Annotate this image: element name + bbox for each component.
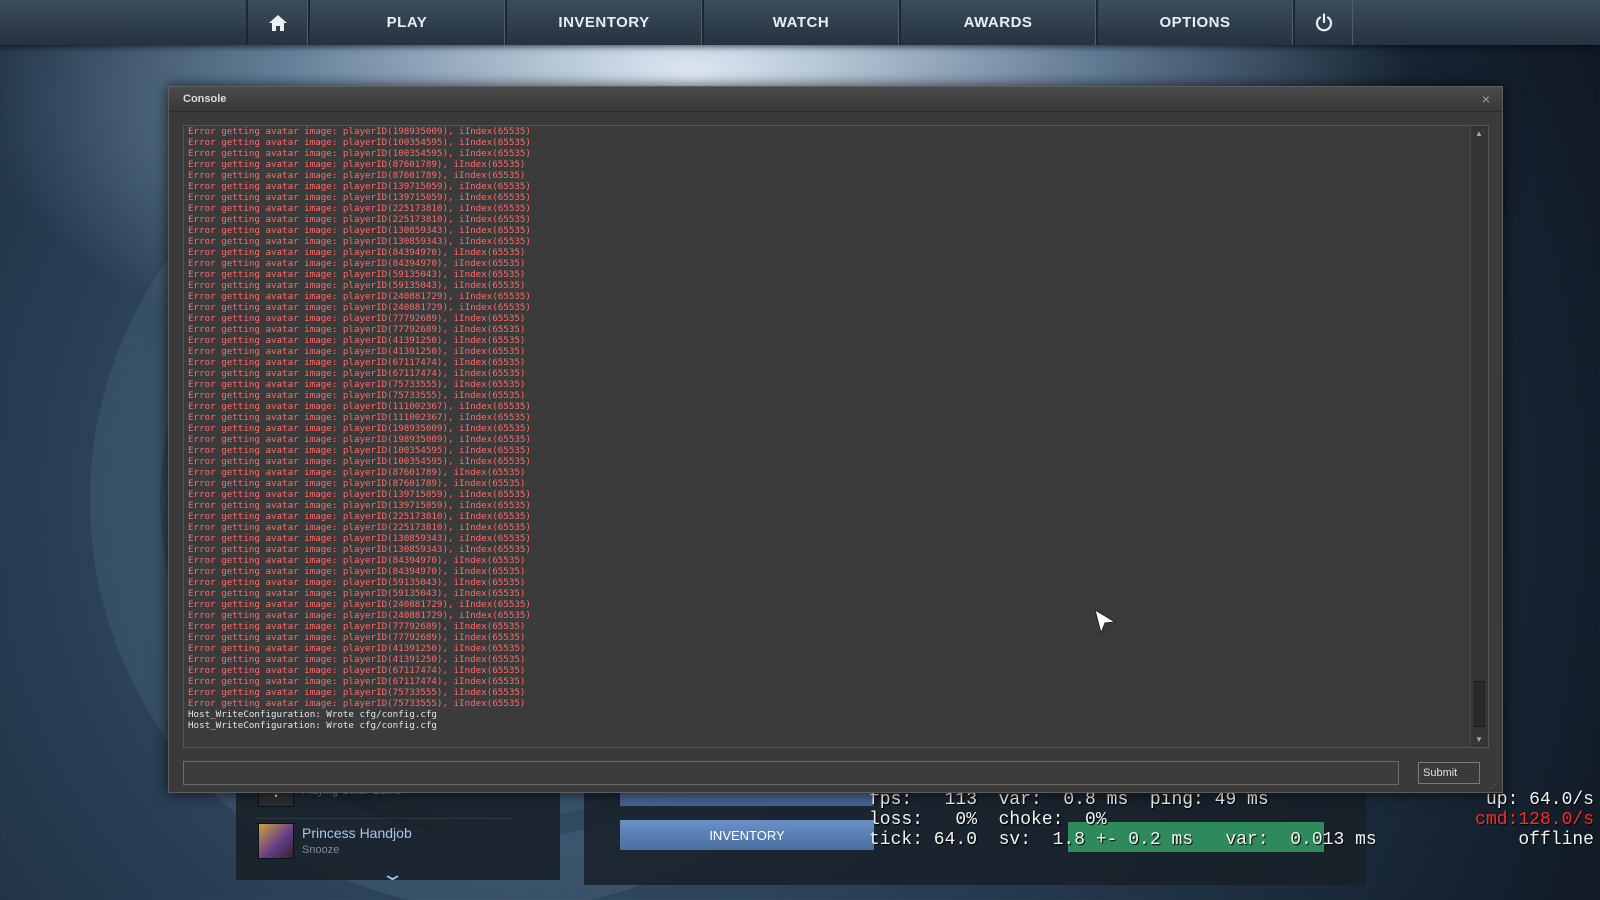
console-log-line: Error getting avatar image: playerID(591… — [188, 577, 526, 588]
avatar — [258, 823, 294, 859]
console-log-line: Error getting avatar image: playerID(413… — [188, 643, 526, 654]
console-window: Console × Error getting avatar image: pl… — [168, 86, 1503, 793]
console-log-line: Error getting avatar image: playerID(225… — [188, 203, 531, 214]
console-log-line: Error getting avatar image: playerID(843… — [188, 247, 526, 258]
console-log-line: Error getting avatar image: playerID(198… — [188, 126, 531, 137]
friend-row[interactable]: Princess Handjob Snooze — [254, 818, 512, 862]
netgraph-up: up: 64.0/s — [1485, 790, 1594, 810]
console-log-line: Error getting avatar image: playerID(139… — [188, 181, 531, 192]
console-log-line: Error getting avatar image: playerID(100… — [188, 148, 531, 159]
console-log-line: Error getting avatar image: playerID(111… — [188, 401, 531, 412]
console-log-line: Error getting avatar image: playerID(843… — [188, 258, 526, 269]
console-log-line: Error getting avatar image: playerID(876… — [188, 478, 526, 489]
scrollbar[interactable]: ▲ ▼ — [1470, 126, 1488, 747]
console-log-line: Error getting avatar image: playerID(876… — [188, 170, 526, 181]
console-log-line: Error getting avatar image: playerID(100… — [188, 445, 531, 456]
console-log: Error getting avatar image: playerID(198… — [188, 126, 1466, 747]
console-log-line: Error getting avatar image: playerID(777… — [188, 621, 526, 632]
resize-grip-icon[interactable]: ⋰ — [1490, 779, 1499, 790]
console-log-line: Error getting avatar image: playerID(240… — [188, 291, 531, 302]
console-log-line: Error getting avatar image: playerID(777… — [188, 313, 526, 324]
console-log-line: Error getting avatar image: playerID(198… — [188, 423, 531, 434]
nav-play[interactable]: PLAY — [308, 0, 505, 45]
console-log-line: Error getting avatar image: playerID(139… — [188, 489, 531, 500]
console-log-line: Error getting avatar image: playerID(130… — [188, 225, 531, 236]
console-log-line: Error getting avatar image: playerID(130… — [188, 544, 531, 555]
console-log-line: Error getting avatar image: playerID(130… — [188, 236, 531, 247]
console-log-line: Error getting avatar image: playerID(757… — [188, 687, 526, 698]
mouse-cursor-icon — [1094, 609, 1116, 635]
netgraph-line-3: tick: 64.0 sv: 1.8 +- 0.2 ms var: 0.013 … — [869, 830, 1377, 850]
console-log-line: Error getting avatar image: playerID(198… — [188, 434, 531, 445]
console-log-line: Error getting avatar image: playerID(591… — [188, 280, 526, 291]
console-log-line: Error getting avatar image: playerID(139… — [188, 192, 531, 203]
console-log-line: Error getting avatar image: playerID(591… — [188, 269, 526, 280]
power-icon — [1315, 12, 1332, 31]
console-log-line: Error getting avatar image: playerID(100… — [188, 137, 531, 148]
console-input[interactable] — [183, 761, 1399, 785]
scroll-thumb[interactable] — [1474, 681, 1485, 727]
console-log-line: Host_WriteConfiguration: Wrote cfg/confi… — [188, 720, 437, 731]
console-log-line: Error getting avatar image: playerID(225… — [188, 522, 531, 533]
netgraph-line-2: loss: 0% choke: 0% — [869, 810, 1107, 830]
close-icon[interactable]: × — [1482, 91, 1490, 107]
console-log-line: Error getting avatar image: playerID(671… — [188, 665, 526, 676]
console-log-line: Error getting avatar image: playerID(130… — [188, 533, 531, 544]
nav-awards[interactable]: AWARDS — [899, 0, 1096, 45]
power-button[interactable] — [1293, 0, 1353, 45]
console-log-line: Error getting avatar image: playerID(671… — [188, 676, 526, 687]
console-log-line: Error getting avatar image: playerID(777… — [188, 324, 526, 335]
console-log-line: Error getting avatar image: playerID(413… — [188, 346, 526, 357]
console-log-line: Error getting avatar image: playerID(777… — [188, 632, 526, 643]
console-log-line: Error getting avatar image: playerID(876… — [188, 467, 526, 478]
scroll-down-icon[interactable]: ▼ — [1475, 735, 1483, 744]
console-log-line: Error getting avatar image: playerID(225… — [188, 511, 531, 522]
netgraph-cmd: cmd:128.0/s — [1475, 810, 1594, 830]
console-log-line: Error getting avatar image: playerID(139… — [188, 500, 531, 511]
console-log-line: Error getting avatar image: playerID(843… — [188, 566, 526, 577]
netgraph-line-1: fps: 113 var: 0.8 ms ping: 49 ms — [869, 790, 1269, 810]
nav-watch[interactable]: WATCH — [702, 0, 899, 45]
console-log-line: Error getting avatar image: playerID(843… — [188, 555, 526, 566]
console-log-line: Host_WriteConfiguration: Wrote cfg/confi… — [188, 709, 437, 720]
console-titlebar[interactable]: Console × — [169, 87, 1502, 112]
console-log-line: Error getting avatar image: playerID(413… — [188, 335, 526, 346]
console-log-line: Error getting avatar image: playerID(876… — [188, 159, 526, 170]
friend-status: Snooze — [302, 844, 340, 856]
console-log-line: Error getting avatar image: playerID(671… — [188, 357, 526, 368]
home-icon — [268, 14, 287, 31]
top-navigation: PLAY INVENTORY WATCH AWARDS OPTIONS — [0, 0, 1600, 45]
console-log-line: Error getting avatar image: playerID(225… — [188, 214, 531, 225]
nav-inventory[interactable]: INVENTORY — [505, 0, 702, 45]
home-button[interactable] — [246, 0, 308, 45]
friend-name: Princess Handjob — [302, 825, 412, 841]
chevron-down-icon[interactable]: ⌄ — [380, 864, 404, 885]
console-log-line: Error getting avatar image: playerID(757… — [188, 698, 526, 709]
console-log-line: Error getting avatar image: playerID(100… — [188, 456, 531, 467]
console-log-line: Error getting avatar image: playerID(591… — [188, 588, 526, 599]
console-output: Error getting avatar image: playerID(198… — [183, 125, 1489, 748]
nav-options[interactable]: OPTIONS — [1096, 0, 1293, 45]
console-log-line: Error getting avatar image: playerID(757… — [188, 390, 526, 401]
submit-button[interactable]: Submit — [1418, 762, 1480, 784]
console-log-line: Error getting avatar image: playerID(757… — [188, 379, 526, 390]
console-log-line: Error getting avatar image: playerID(111… — [188, 412, 531, 423]
console-log-line: Error getting avatar image: playerID(240… — [188, 610, 531, 621]
inventory-button[interactable]: INVENTORY — [620, 820, 874, 850]
console-log-line: Error getting avatar image: playerID(413… — [188, 654, 526, 665]
scroll-up-icon[interactable]: ▲ — [1475, 129, 1483, 138]
console-log-line: Error getting avatar image: playerID(240… — [188, 302, 531, 313]
console-title: Console — [183, 93, 227, 105]
console-log-line: Error getting avatar image: playerID(240… — [188, 599, 531, 610]
netgraph-status: offline — [1518, 830, 1594, 850]
console-log-line: Error getting avatar image: playerID(671… — [188, 368, 526, 379]
